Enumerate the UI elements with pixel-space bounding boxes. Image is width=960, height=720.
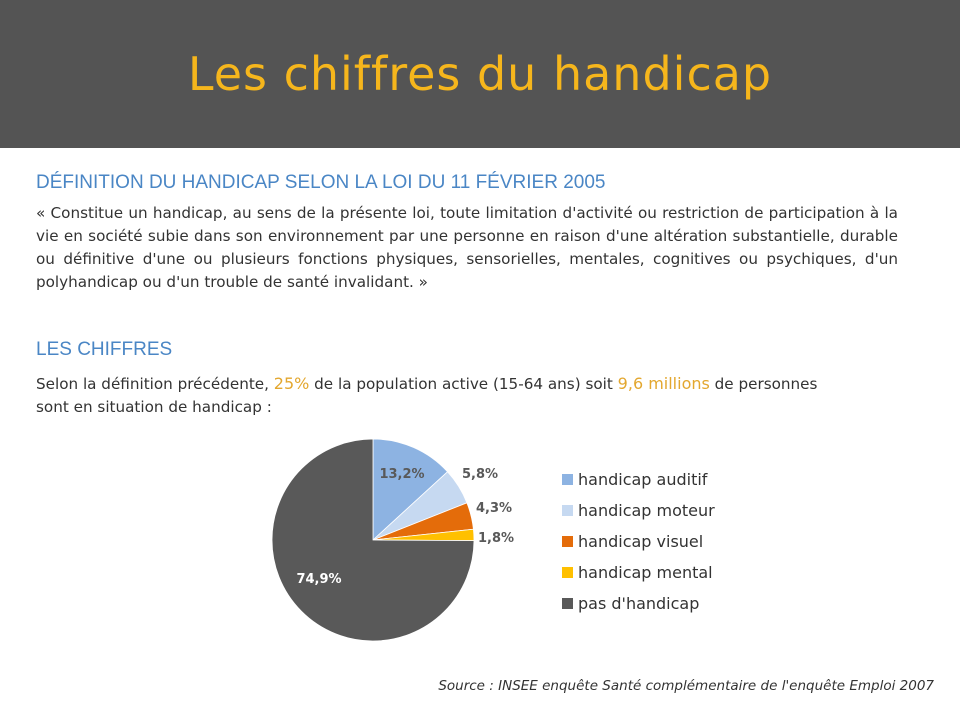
legend-swatch <box>562 567 573 578</box>
pie-data-label: 74,9% <box>296 572 341 587</box>
legend-entry: pas d'handicap <box>578 594 699 613</box>
pie-data-label: 4,3% <box>476 501 512 516</box>
legend-entry: handicap visuel <box>578 532 703 551</box>
pie-data-label: 5,8% <box>462 467 498 482</box>
pie-legend: handicap auditif handicap moteur handicap … <box>562 470 715 613</box>
legend-swatch <box>562 505 573 516</box>
pie-data-label: 13,2% <box>379 467 424 482</box>
legend-entry: handicap moteur <box>578 501 715 520</box>
pie-slices <box>271 438 475 642</box>
slide: Les chiffres du handicap DÉFINITION DU H… <box>0 0 960 720</box>
pie-data-label: 1,8% <box>478 531 514 546</box>
legend-entry: handicap auditif <box>578 470 708 489</box>
legend-swatch <box>562 598 573 609</box>
legend-entry: handicap mental <box>578 563 713 582</box>
source-note: Source : INSEE enquête Santé complémenta… <box>438 678 934 694</box>
pie-chart: 13,2% 5,8%4,3%1,8%74,9% handicap auditifh… <box>271 438 715 642</box>
legend-swatch <box>562 474 573 485</box>
legend-swatch <box>562 536 573 547</box>
